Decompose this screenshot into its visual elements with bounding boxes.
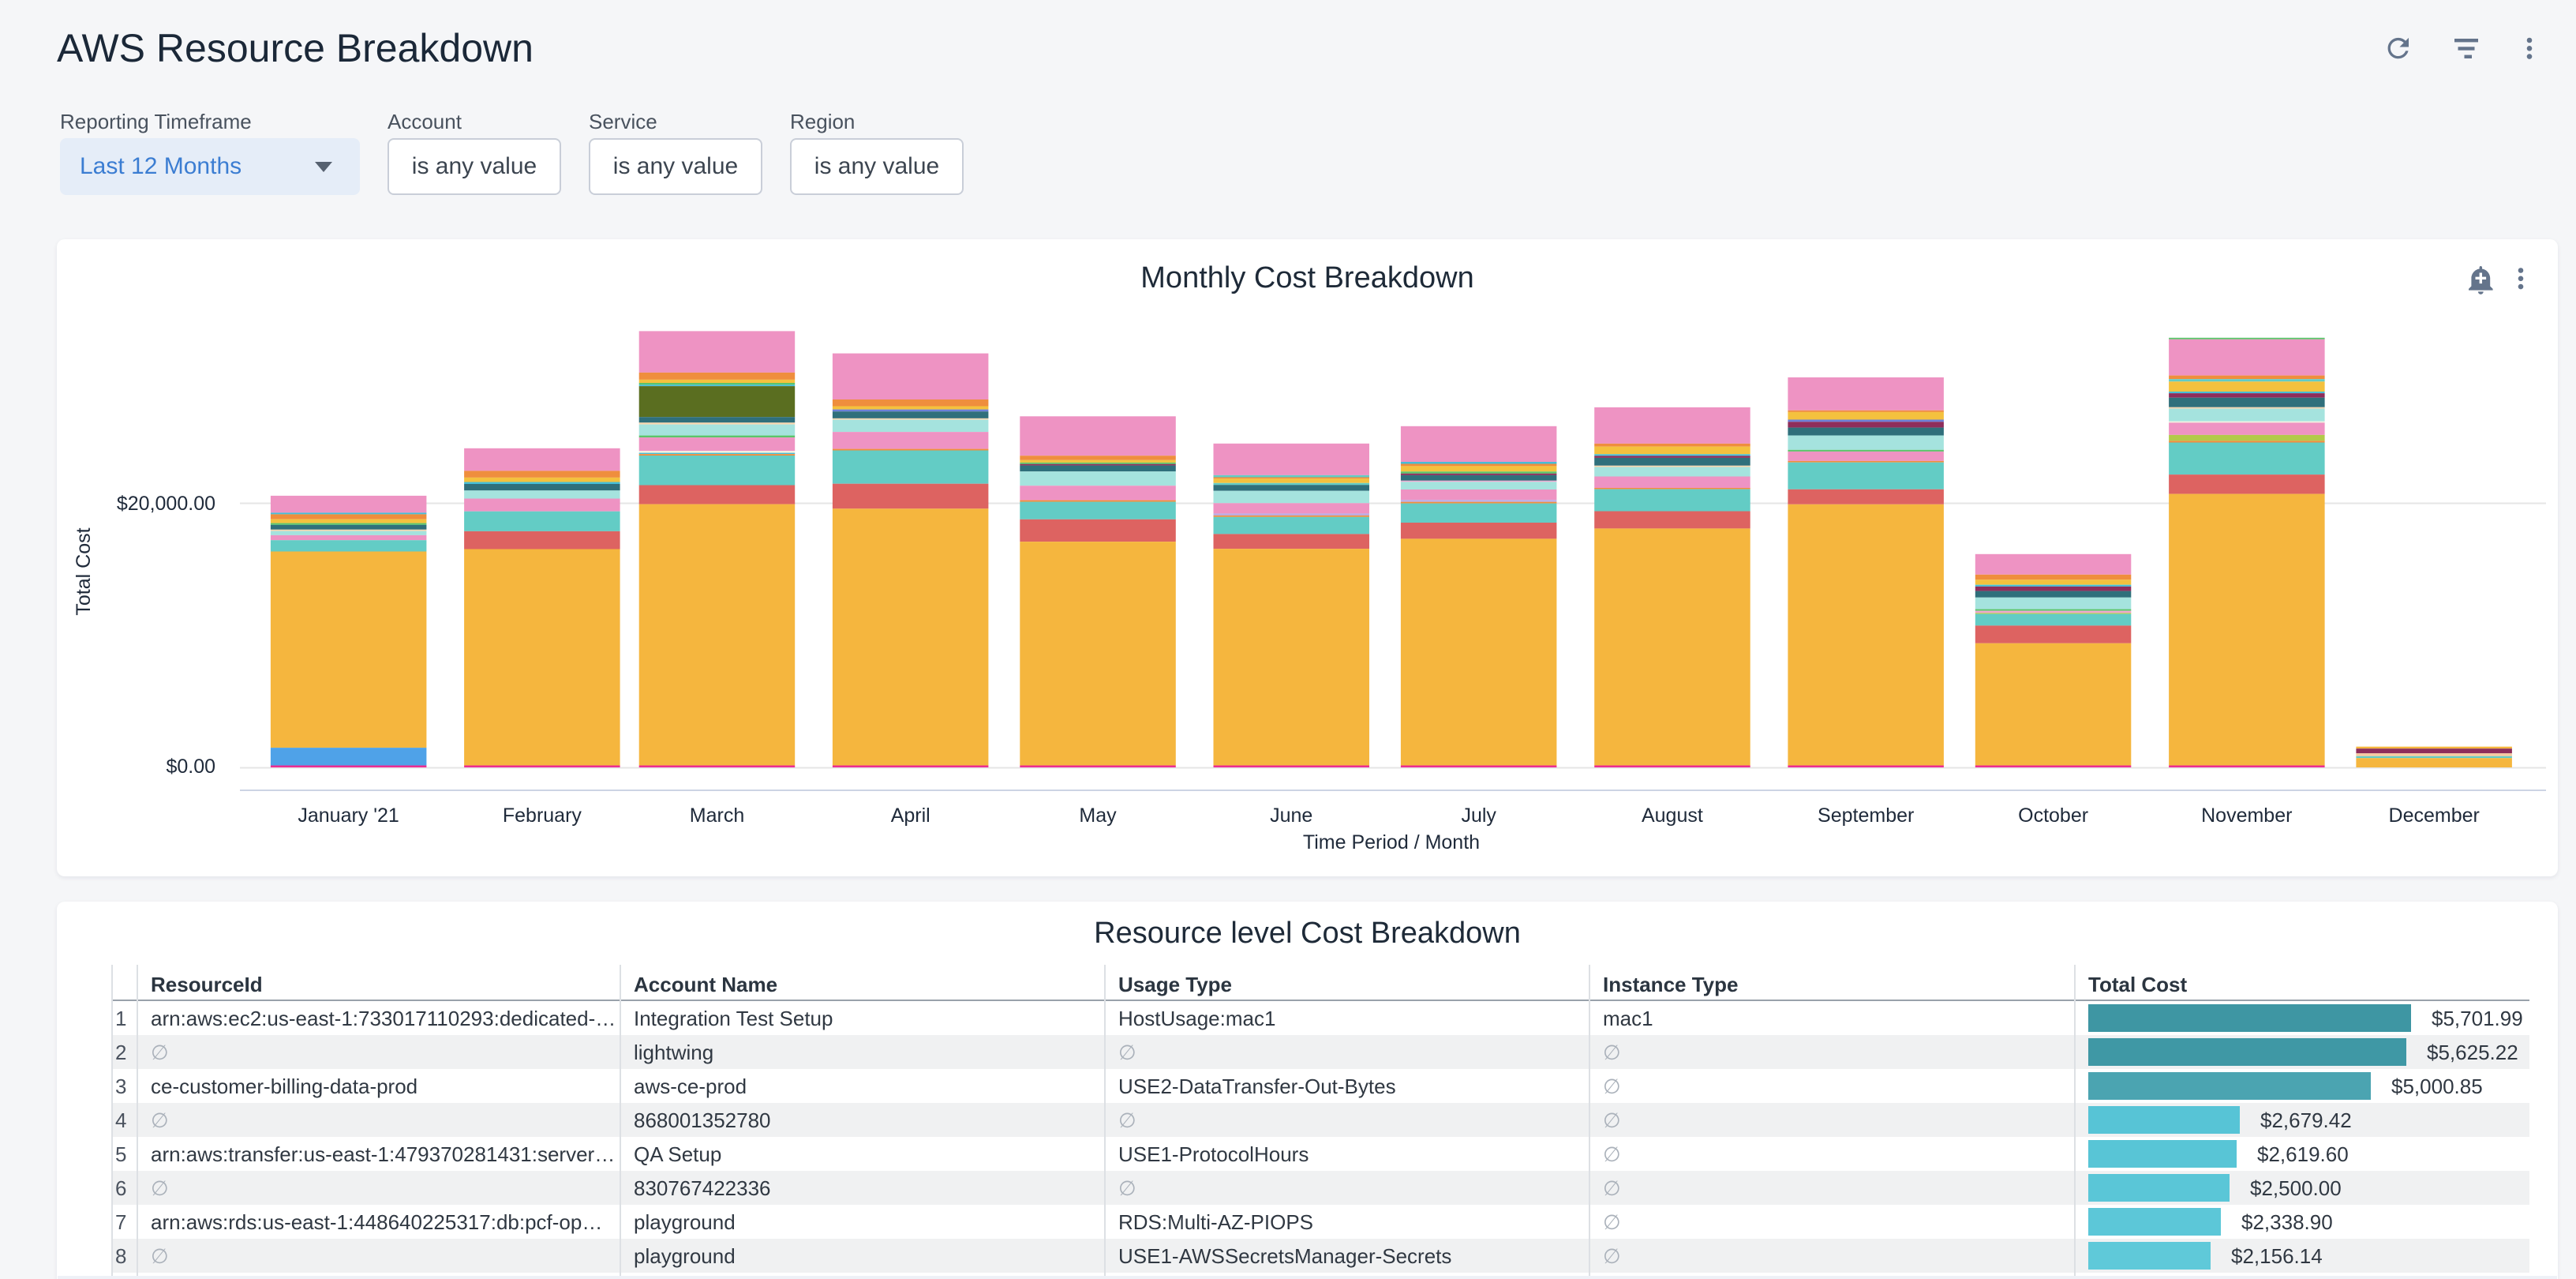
svg-text:$0.00: $0.00 bbox=[166, 756, 215, 778]
svg-text:November: November bbox=[2201, 805, 2292, 827]
svg-text:June: June bbox=[1270, 805, 1312, 827]
svg-text:March: March bbox=[690, 805, 744, 827]
svg-text:October: October bbox=[2018, 805, 2088, 827]
svg-text:August: August bbox=[1642, 805, 1703, 827]
svg-text:May: May bbox=[1079, 805, 1117, 827]
svg-text:July: July bbox=[1461, 805, 1496, 827]
svg-text:Time Period / Month: Time Period / Month bbox=[1303, 831, 1480, 853]
svg-text:Total Cost: Total Cost bbox=[73, 527, 95, 615]
svg-text:December: December bbox=[2389, 805, 2480, 827]
svg-text:$20,000.00: $20,000.00 bbox=[117, 493, 215, 515]
svg-text:September: September bbox=[1818, 805, 1914, 827]
svg-text:February: February bbox=[503, 805, 582, 827]
svg-text:April: April bbox=[891, 805, 930, 827]
svg-text:January '21: January '21 bbox=[298, 805, 399, 827]
